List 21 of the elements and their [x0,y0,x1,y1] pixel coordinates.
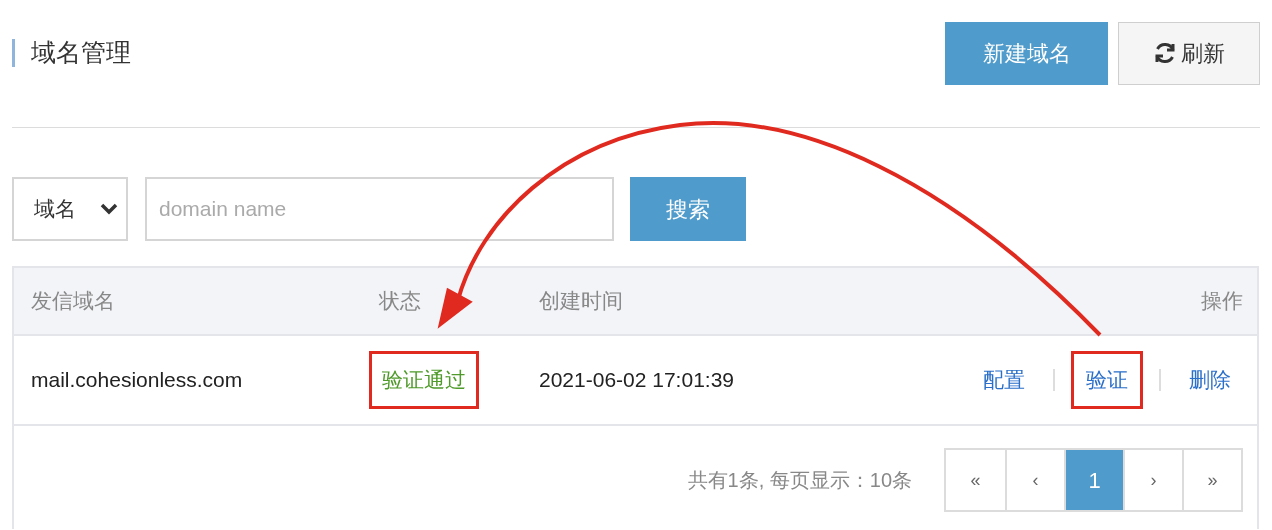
field-select[interactable]: 域名 [12,177,128,241]
created-time-cell-text: 2021-06-02 17:01:39 [539,367,735,394]
column-header: 操作 [1201,288,1243,315]
search-button[interactable]: 搜索 [630,177,746,241]
action-link[interactable]: 配置 [971,354,1037,406]
status-text: 验证通过 [381,367,467,394]
column-header: 状态 [379,288,422,315]
column-header: 创建时间 [539,288,624,315]
refresh-button[interactable]: 刷新 [1118,21,1260,85]
new-domain-button[interactable]: 新建域名 [945,21,1108,85]
title-accent-bar [12,39,15,67]
domain-cell-text: mail.cohesionless.com [31,367,244,394]
column-header: 发信域名 [31,288,116,315]
chevron-down-icon [100,203,118,215]
pagination-summary: 共有1条, 每页显示：10条 [687,468,912,493]
action-link[interactable]: 验证 [1074,354,1140,406]
domain-search-field[interactable]: domain name [145,177,614,241]
page-button[interactable]: 1 [1064,450,1123,510]
action-link[interactable]: 删除 [1177,354,1243,406]
page-title: 域名管理 [31,37,131,69]
refresh-icon [1153,41,1177,65]
